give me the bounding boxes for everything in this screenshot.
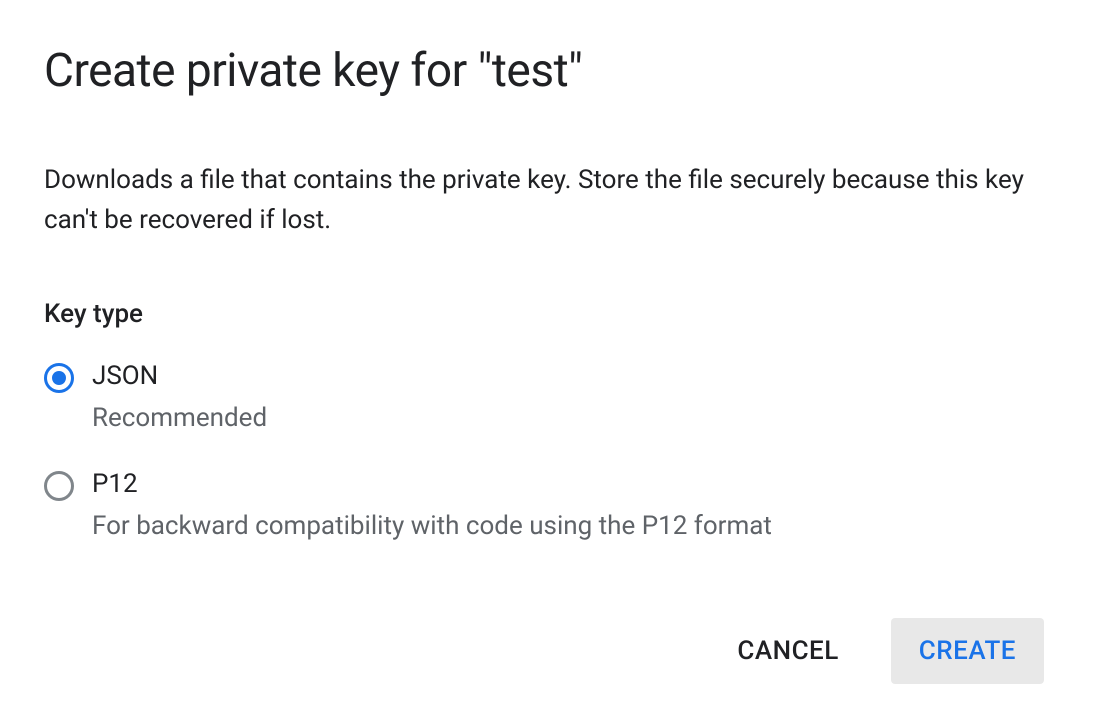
create-private-key-dialog: Create private key for "test" Downloads … [0,0,1116,714]
radio-content: P12 For backward compatibility with code… [92,469,772,541]
radio-option-p12[interactable]: P12 For backward compatibility with code… [44,469,1072,541]
radio-content: JSON Recommended [92,361,267,433]
dialog-title: Create private key for "test" [44,44,1072,98]
radio-subtitle-p12: For backward compatibility with code usi… [92,511,772,541]
dialog-actions: CANCEL CREATE [44,618,1072,714]
radio-subtitle-json: Recommended [92,403,267,433]
radio-label-json: JSON [92,361,267,391]
dialog-description: Downloads a file that contains the priva… [44,160,1024,241]
radio-button-icon [44,363,74,393]
key-type-label: Key type [44,299,1072,329]
radio-button-icon [44,471,74,501]
radio-option-json[interactable]: JSON Recommended [44,361,1072,433]
radio-label-p12: P12 [92,469,772,499]
create-button[interactable]: CREATE [891,618,1044,684]
key-type-radio-group: JSON Recommended P12 For backward compat… [44,361,1072,541]
cancel-button[interactable]: CANCEL [709,618,866,684]
